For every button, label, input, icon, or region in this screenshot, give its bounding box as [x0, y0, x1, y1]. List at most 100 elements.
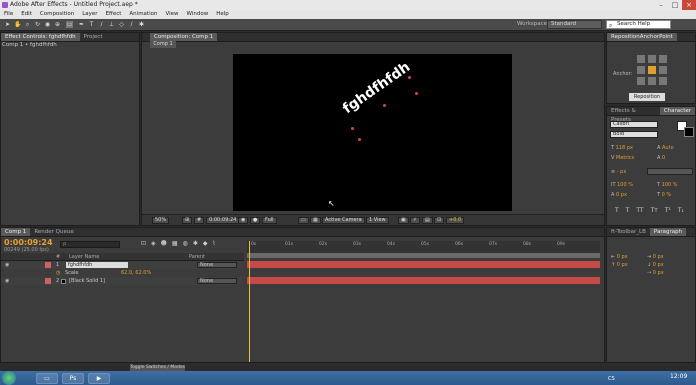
time-ruler[interactable]: 0s 01s 02s 03s 04s 05s 06s 07s 08s 09s: [247, 241, 600, 253]
layer-name-field[interactable]: fghdfhfdh: [66, 262, 128, 268]
horizontal-scale-field[interactable]: T 100 %: [657, 182, 678, 188]
menu-layer[interactable]: Layer: [78, 10, 101, 19]
tab-paragraph[interactable]: Paragraph: [649, 228, 687, 236]
menu-edit[interactable]: Edit: [17, 10, 36, 19]
show-channel-icon[interactable]: ●: [250, 217, 261, 224]
font-size-field[interactable]: T 118 px: [611, 145, 633, 151]
parent-dropdown[interactable]: None: [197, 278, 237, 284]
composition-viewer[interactable]: [233, 54, 512, 211]
clone-stamp-tool-icon[interactable]: ⊥: [108, 21, 115, 28]
composition-mini-flowchart-icon[interactable]: ⊡: [141, 240, 146, 247]
anchor-middle-left[interactable]: [637, 66, 645, 74]
layer-duration-bar[interactable]: [247, 277, 600, 284]
tsume-value[interactable]: 0 %: [662, 192, 672, 198]
puppet-pin-tool-icon[interactable]: ✱: [138, 21, 145, 28]
anchor-bottom-right[interactable]: [659, 77, 667, 85]
layer-handle[interactable]: [415, 92, 418, 95]
work-area-bar[interactable]: [247, 253, 600, 258]
transparency-grid-icon[interactable]: ▦: [310, 217, 321, 224]
layer-handle[interactable]: [408, 76, 411, 79]
kerning-field[interactable]: V Metrics: [611, 155, 634, 161]
parent-dropdown[interactable]: None: [197, 262, 237, 268]
anchor-middle-right[interactable]: [659, 66, 667, 74]
stroke-color-swatch[interactable]: [684, 127, 694, 137]
current-time-field[interactable]: 0:00:09:24: [206, 217, 240, 224]
timeline-current-time[interactable]: 0:00:09:24: [4, 238, 53, 247]
camera-dropdown[interactable]: Active Camera: [322, 217, 365, 224]
visibility-eye-icon[interactable]: ◉: [5, 261, 9, 269]
reposition-button[interactable]: Reposition: [629, 93, 665, 101]
scale-value[interactable]: 62.0, 62.0%: [121, 269, 151, 277]
brainstorm-icon[interactable]: ✱: [193, 240, 198, 247]
zoom-level-dropdown[interactable]: 50%: [152, 217, 170, 224]
vertical-scale-value[interactable]: 100 %: [617, 182, 633, 188]
anchor-top-right[interactable]: [659, 55, 667, 63]
stroke-mode-dropdown[interactable]: [647, 168, 693, 175]
indent-right-value[interactable]: 0 px: [653, 254, 664, 260]
tsume-field[interactable]: T 0 %: [657, 192, 671, 198]
pan-behind-tool-icon[interactable]: ⊕: [54, 21, 61, 28]
menu-view[interactable]: View: [161, 10, 182, 19]
language-indicator[interactable]: CS: [608, 376, 615, 382]
layer-row[interactable]: ◉ 2 [Black Solid 1] None: [1, 277, 244, 285]
search-help-field[interactable]: ⌕ Search Help: [606, 20, 671, 29]
menu-composition[interactable]: Composition: [36, 10, 78, 19]
baseline-shift-value[interactable]: 0 px: [616, 192, 627, 198]
faux-italic-button[interactable]: T: [626, 207, 630, 214]
font-size-value[interactable]: 118 px: [616, 145, 633, 151]
all-caps-button[interactable]: TT: [636, 207, 643, 214]
timeline-search-field[interactable]: ρ: [60, 241, 120, 248]
menu-help[interactable]: Help: [212, 10, 233, 19]
system-clock[interactable]: 12:09: [670, 373, 687, 380]
stroke-width-field[interactable]: ≡ - px: [611, 169, 626, 175]
timeline-icon[interactable]: ▤: [422, 217, 433, 224]
anchor-center[interactable]: [648, 66, 656, 74]
horizontal-scale-value[interactable]: 100 %: [662, 182, 678, 188]
label-color-swatch[interactable]: [45, 278, 51, 284]
vertical-scale-field[interactable]: IT 100 %: [611, 182, 633, 188]
indent-left-field[interactable]: ⇤ 0 px: [611, 254, 628, 260]
taskbar-folder-icon[interactable]: ▭: [36, 373, 58, 384]
eraser-tool-icon[interactable]: ◇: [118, 21, 125, 28]
indent-left-value[interactable]: 0 px: [617, 254, 628, 260]
camera-tool-icon[interactable]: ◉: [44, 21, 51, 28]
rectangle-tool-icon[interactable]: ▭: [66, 21, 73, 28]
safe-zones-icon[interactable]: ⊞: [182, 217, 193, 224]
tab-toolbar-lb[interactable]: ft-Toolbar_LB: [607, 228, 650, 236]
subscript-button[interactable]: T₁: [678, 207, 684, 214]
anchor-top-center[interactable]: [648, 55, 656, 63]
anchor-bottom-left[interactable]: [637, 77, 645, 85]
motion-blur-icon[interactable]: ◍: [183, 240, 188, 247]
exposure-value[interactable]: +0.0: [446, 217, 465, 224]
workspace-dropdown[interactable]: Standard: [547, 20, 602, 29]
taskbar-photoshop-icon[interactable]: Ps: [62, 373, 84, 384]
menu-window[interactable]: Window: [183, 10, 213, 19]
menu-animation[interactable]: Animation: [125, 10, 161, 19]
label-color-swatch[interactable]: [45, 262, 51, 268]
maximize-button[interactable]: □: [668, 0, 682, 10]
flowchart-icon[interactable]: ⊡: [434, 217, 445, 224]
comp-1-subtab[interactable]: Comp 1: [150, 41, 176, 48]
zoom-tool-icon[interactable]: ⌕: [24, 21, 31, 28]
menu-effect[interactable]: Effect: [102, 10, 126, 19]
anchor-top-left[interactable]: [637, 55, 645, 63]
tab-reposition-anchor-point[interactable]: RepositionAnchorPoint: [607, 33, 677, 41]
leading-field[interactable]: A Auto: [657, 145, 674, 151]
space-before-field[interactable]: ↑ 0 px: [611, 262, 628, 268]
roto-brush-tool-icon[interactable]: ∕: [128, 21, 135, 28]
grid-icon[interactable]: #: [194, 217, 205, 224]
kerning-value[interactable]: Metrics: [616, 155, 634, 161]
space-after-value[interactable]: 0 px: [653, 262, 664, 268]
font-style-dropdown[interactable]: Bold: [610, 131, 658, 138]
leading-value[interactable]: Auto: [662, 145, 674, 151]
superscript-button[interactable]: T¹: [665, 207, 671, 214]
layer-row[interactable]: ◉ 1 fghdfhfdh None: [1, 261, 244, 269]
minimize-button[interactable]: –: [654, 0, 668, 10]
anchor-bottom-center[interactable]: [648, 77, 656, 85]
first-line-indent-value[interactable]: 0 px: [653, 270, 664, 276]
graph-editor-icon[interactable]: ⌇: [213, 240, 216, 247]
layer-name-field[interactable]: [Black Solid 1]: [69, 277, 105, 285]
snapshot-icon[interactable]: ◉: [238, 217, 249, 224]
selection-tool-icon[interactable]: ➤: [4, 21, 11, 28]
tab-comp-1-timeline[interactable]: Comp 1: [1, 228, 31, 236]
